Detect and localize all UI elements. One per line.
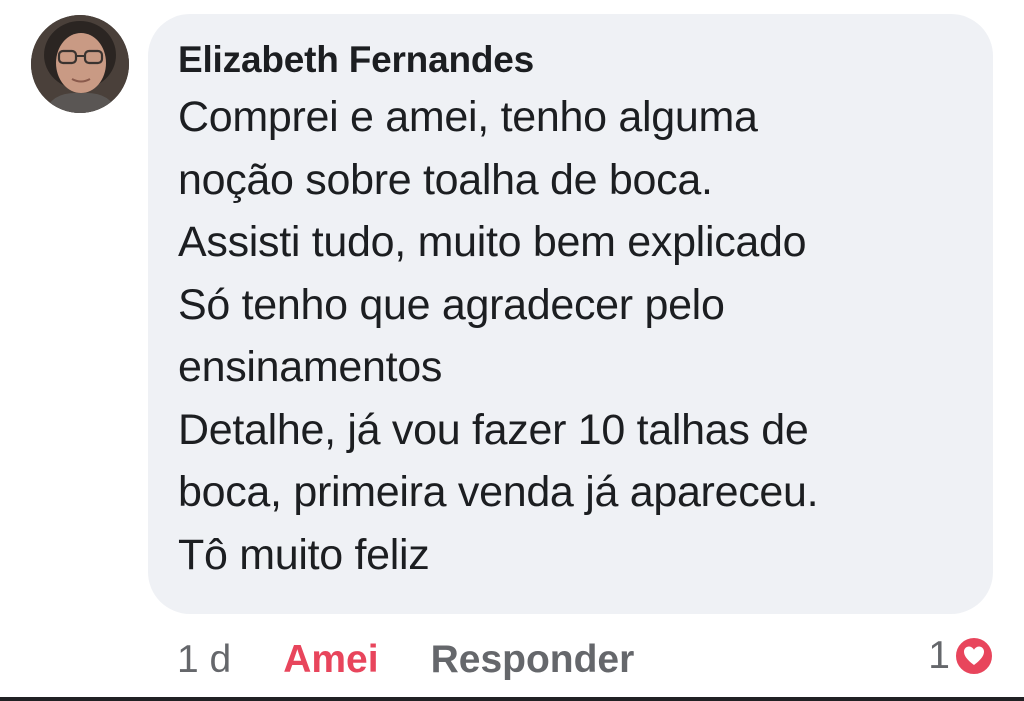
comment-actions: 1 d Amei Responder [177, 632, 634, 688]
comment-text-line: ensinamentos [178, 343, 443, 391]
comment-text-line: Comprei e amei, tenho alguma [178, 93, 758, 141]
comment-text-line: Só tenho que agradecer pelo [178, 280, 725, 329]
comment-author[interactable]: Elizabeth Fernandes [178, 38, 963, 82]
profile-photo-icon [31, 15, 129, 113]
comment-text-line: Assisti tudo, muito bem explicado [178, 218, 807, 266]
divider [0, 697, 1024, 701]
comment-text-line: Tô muito feliz [178, 530, 430, 579]
heart-icon [954, 636, 994, 676]
reaction-summary[interactable]: 1 [928, 632, 994, 680]
comment-bubble: Elizabeth Fernandes Comprei e amei, tenh… [148, 14, 993, 614]
comment-text-line: noção sobre toalha de boca. [178, 155, 713, 204]
comment-text-line: Detalhe, já vou fazer 10 talhas de [178, 405, 809, 454]
comment: Elizabeth Fernandes Comprei e amei, tenh… [0, 0, 1024, 701]
reply-button[interactable]: Responder [431, 638, 635, 682]
comment-text-line: boca, primeira venda já apareceu. [178, 468, 819, 516]
avatar[interactable] [31, 15, 129, 113]
reaction-count: 1 [928, 634, 950, 677]
comment-text: Comprei e amei, tenho alguma noção sobre… [178, 86, 963, 586]
comment-timestamp[interactable]: 1 d [177, 638, 231, 682]
react-button[interactable]: Amei [283, 638, 378, 682]
